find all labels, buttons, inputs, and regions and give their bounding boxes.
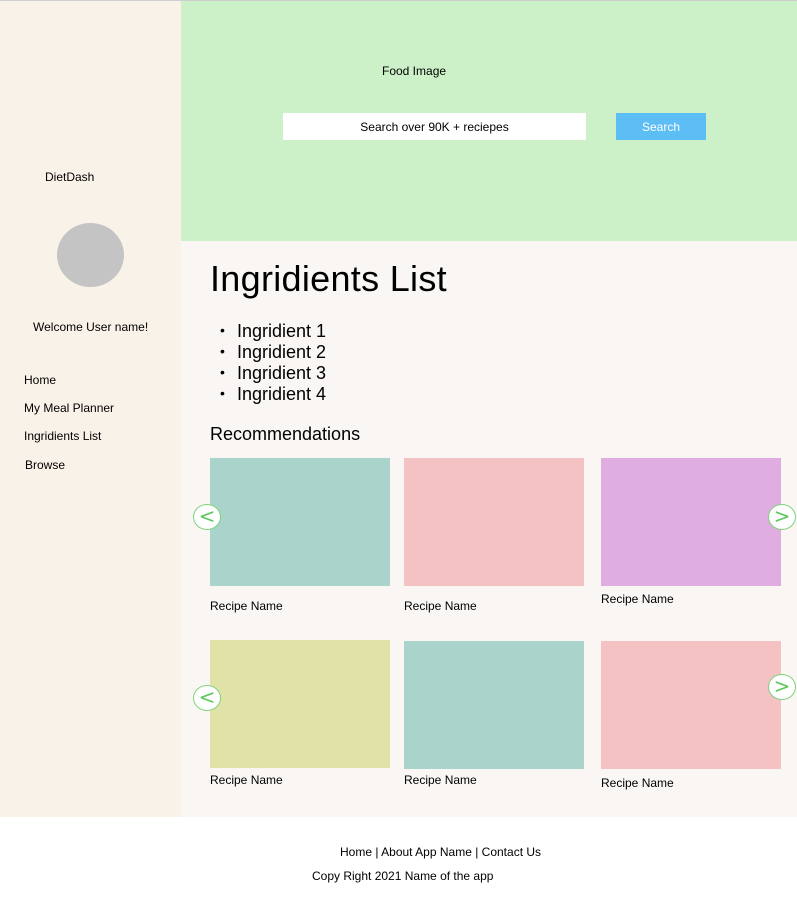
copyright-text: Copy Right 2021 Name of the app [312, 869, 494, 883]
carousel-next-button[interactable]: > [768, 504, 796, 530]
sidebar: DietDash Welcome User name! Home My Meal… [0, 1, 181, 817]
recipe-image[interactable] [210, 640, 390, 768]
nav-item-home[interactable]: Home [24, 373, 56, 387]
nav-item-meal-planner[interactable]: My Meal Planner [24, 401, 114, 415]
footer-separator: | [471, 845, 482, 859]
search-input[interactable] [283, 113, 586, 140]
food-image-label: Food Image [382, 64, 447, 78]
recipe-name[interactable]: Recipe Name [601, 592, 674, 606]
ingredient-item: Ingridient 4 [220, 383, 326, 405]
recipe-image[interactable] [404, 641, 584, 769]
ingredients-list: Ingridient 1 Ingridient 2 Ingridient 3 I… [220, 320, 326, 405]
hero-banner: Food Image Search [181, 1, 797, 241]
welcome-message: Welcome User name! [33, 320, 149, 334]
recipe-image[interactable] [601, 458, 781, 586]
footer-separator: | [372, 845, 382, 859]
footer-link-about[interactable]: About App Name [381, 845, 472, 859]
recipe-image[interactable] [601, 641, 781, 769]
recipe-name[interactable]: Recipe Name [404, 599, 477, 613]
footer-link-home[interactable]: Home [340, 845, 372, 859]
ingredient-item: Ingridient 1 [220, 320, 326, 342]
carousel-prev-button[interactable]: < [193, 685, 221, 711]
page-title: Ingridients List [210, 258, 447, 299]
nav-item-browse[interactable]: Browse [25, 458, 65, 472]
brand-name: DietDash [45, 170, 95, 184]
ingredient-item: Ingridient 3 [220, 362, 326, 384]
main-content: Ingridients List Ingridient 1 Ingridient… [181, 241, 797, 817]
recipe-image[interactable] [210, 458, 390, 586]
carousel-prev-button[interactable]: < [193, 504, 221, 530]
footer-link-contact[interactable]: Contact Us [482, 845, 541, 859]
recommendations-heading: Recommendations [210, 424, 361, 444]
recipe-name[interactable]: Recipe Name [210, 599, 283, 613]
recipe-name[interactable]: Recipe Name [601, 776, 674, 790]
recipe-name[interactable]: Recipe Name [404, 773, 477, 787]
recipe-image[interactable] [404, 458, 584, 586]
recipe-name[interactable]: Recipe Name [210, 773, 283, 787]
nav-item-ingredients-list[interactable]: Ingridients List [24, 429, 101, 443]
ingredient-item: Ingridient 2 [220, 341, 326, 363]
carousel-next-button[interactable]: > [768, 674, 796, 700]
search-button[interactable]: Search [616, 113, 706, 140]
avatar[interactable] [57, 223, 124, 287]
